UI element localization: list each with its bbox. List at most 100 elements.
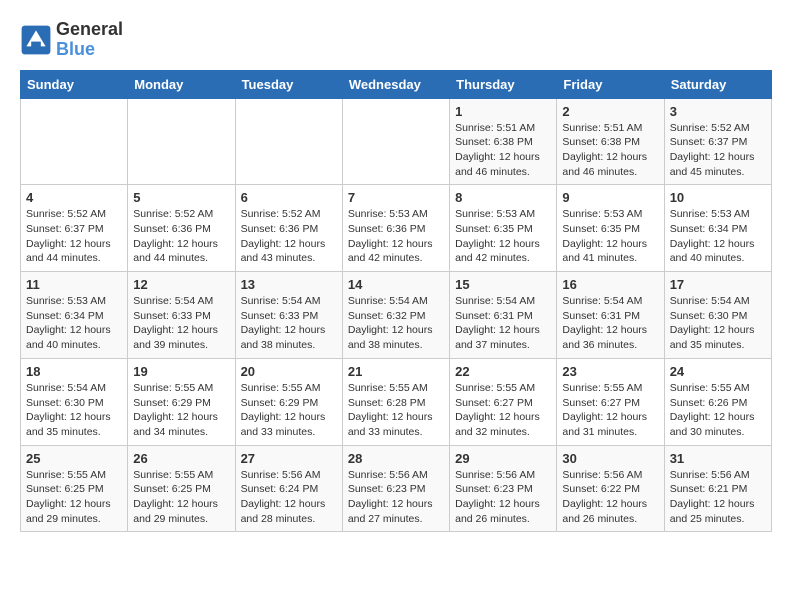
header-row: SundayMondayTuesdayWednesdayThursdayFrid… (21, 70, 772, 98)
calendar-cell: 20 Sunrise: 5:55 AM Sunset: 6:29 PM Dayli… (235, 358, 342, 445)
day-info: Sunrise: 5:51 AM Sunset: 6:38 PM Dayligh… (455, 121, 551, 180)
day-number: 13 (241, 277, 337, 292)
calendar-cell: 16 Sunrise: 5:54 AM Sunset: 6:31 PM Dayli… (557, 272, 664, 359)
day-number: 3 (670, 104, 766, 119)
day-info: Sunrise: 5:52 AM Sunset: 6:37 PM Dayligh… (26, 207, 122, 266)
day-info: Sunrise: 5:52 AM Sunset: 6:36 PM Dayligh… (241, 207, 337, 266)
calendar-cell: 2Sunrise: 5:51 AM Sunset: 6:38 PM Daylig… (557, 98, 664, 185)
day-info: Sunrise: 5:54 AM Sunset: 6:33 PM Dayligh… (241, 294, 337, 353)
calendar-cell: 12 Sunrise: 5:54 AM Sunset: 6:33 PM Dayli… (128, 272, 235, 359)
calendar-table: SundayMondayTuesdayWednesdayThursdayFrid… (20, 70, 772, 533)
day-info: Sunrise: 5:55 AM Sunset: 6:29 PM Dayligh… (133, 381, 229, 440)
day-info: Sunrise: 5:54 AM Sunset: 6:32 PM Dayligh… (348, 294, 444, 353)
day-number: 21 (348, 364, 444, 379)
day-info: Sunrise: 5:55 AM Sunset: 6:28 PM Dayligh… (348, 381, 444, 440)
calendar-cell (21, 98, 128, 185)
day-info: Sunrise: 5:54 AM Sunset: 6:30 PM Dayligh… (26, 381, 122, 440)
day-info: Sunrise: 5:56 AM Sunset: 6:23 PM Dayligh… (348, 468, 444, 527)
calendar-header: SundayMondayTuesdayWednesdayThursdayFrid… (21, 70, 772, 98)
day-number: 31 (670, 451, 766, 466)
day-info: Sunrise: 5:56 AM Sunset: 6:24 PM Dayligh… (241, 468, 337, 527)
day-number: 15 (455, 277, 551, 292)
week-row-2: 4 Sunrise: 5:52 AM Sunset: 6:37 PM Daylig… (21, 185, 772, 272)
day-info: Sunrise: 5:52 AM Sunset: 6:37 PM Dayligh… (670, 121, 766, 180)
logo-icon (20, 24, 52, 56)
calendar-cell (342, 98, 449, 185)
header-cell-tuesday: Tuesday (235, 70, 342, 98)
calendar-cell: 28 Sunrise: 5:56 AM Sunset: 6:23 PM Dayli… (342, 445, 449, 532)
calendar-cell: 23Sunrise: 5:55 AM Sunset: 6:27 PM Dayli… (557, 358, 664, 445)
day-info: Sunrise: 5:56 AM Sunset: 6:23 PM Dayligh… (455, 468, 551, 527)
calendar-cell: 19 Sunrise: 5:55 AM Sunset: 6:29 PM Dayli… (128, 358, 235, 445)
day-number: 17 (670, 277, 766, 292)
day-number: 19 (133, 364, 229, 379)
page-header: General Blue (20, 20, 772, 60)
day-number: 18 (26, 364, 122, 379)
day-number: 16 (562, 277, 658, 292)
calendar-cell: 29 Sunrise: 5:56 AM Sunset: 6:23 PM Dayli… (450, 445, 557, 532)
calendar-cell: 31 Sunrise: 5:56 AM Sunset: 6:21 PM Dayli… (664, 445, 771, 532)
day-info: Sunrise: 5:55 AM Sunset: 6:25 PM Dayligh… (26, 468, 122, 527)
day-info: Sunrise: 5:55 AM Sunset: 6:26 PM Dayligh… (670, 381, 766, 440)
day-info: Sunrise: 5:54 AM Sunset: 6:31 PM Dayligh… (562, 294, 658, 353)
calendar-cell: 21 Sunrise: 5:55 AM Sunset: 6:28 PM Dayli… (342, 358, 449, 445)
day-number: 9 (562, 190, 658, 205)
calendar-cell (128, 98, 235, 185)
day-number: 7 (348, 190, 444, 205)
day-number: 29 (455, 451, 551, 466)
day-info: Sunrise: 5:53 AM Sunset: 6:36 PM Dayligh… (348, 207, 444, 266)
calendar-cell: 10 Sunrise: 5:53 AM Sunset: 6:34 PM Dayli… (664, 185, 771, 272)
calendar-cell: 18 Sunrise: 5:54 AM Sunset: 6:30 PM Dayli… (21, 358, 128, 445)
calendar-cell: 4 Sunrise: 5:52 AM Sunset: 6:37 PM Daylig… (21, 185, 128, 272)
calendar-cell: 25Sunrise: 5:55 AM Sunset: 6:25 PM Dayli… (21, 445, 128, 532)
calendar-cell: 5 Sunrise: 5:52 AM Sunset: 6:36 PM Daylig… (128, 185, 235, 272)
day-info: Sunrise: 5:56 AM Sunset: 6:21 PM Dayligh… (670, 468, 766, 527)
header-cell-sunday: Sunday (21, 70, 128, 98)
header-cell-thursday: Thursday (450, 70, 557, 98)
calendar-cell: 26 Sunrise: 5:55 AM Sunset: 6:25 PM Dayli… (128, 445, 235, 532)
day-info: Sunrise: 5:53 AM Sunset: 6:35 PM Dayligh… (455, 207, 551, 266)
day-number: 20 (241, 364, 337, 379)
week-row-1: 1 Sunrise: 5:51 AM Sunset: 6:38 PM Daylig… (21, 98, 772, 185)
day-info: Sunrise: 5:53 AM Sunset: 6:35 PM Dayligh… (562, 207, 658, 266)
day-info: Sunrise: 5:53 AM Sunset: 6:34 PM Dayligh… (26, 294, 122, 353)
day-info: Sunrise: 5:53 AM Sunset: 6:34 PM Dayligh… (670, 207, 766, 266)
logo-text: General Blue (56, 20, 123, 60)
calendar-cell: 9 Sunrise: 5:53 AM Sunset: 6:35 PM Daylig… (557, 185, 664, 272)
header-cell-friday: Friday (557, 70, 664, 98)
day-number: 2 (562, 104, 658, 119)
calendar-body: 1 Sunrise: 5:51 AM Sunset: 6:38 PM Daylig… (21, 98, 772, 532)
calendar-cell: 15 Sunrise: 5:54 AM Sunset: 6:31 PM Dayli… (450, 272, 557, 359)
day-number: 26 (133, 451, 229, 466)
day-info: Sunrise: 5:52 AM Sunset: 6:36 PM Dayligh… (133, 207, 229, 266)
week-row-3: 11 Sunrise: 5:53 AM Sunset: 6:34 PM Dayli… (21, 272, 772, 359)
day-number: 22 (455, 364, 551, 379)
calendar-cell (235, 98, 342, 185)
day-info: Sunrise: 5:55 AM Sunset: 6:25 PM Dayligh… (133, 468, 229, 527)
day-number: 12 (133, 277, 229, 292)
day-info: Sunrise: 5:54 AM Sunset: 6:33 PM Dayligh… (133, 294, 229, 353)
calendar-cell: 11 Sunrise: 5:53 AM Sunset: 6:34 PM Dayli… (21, 272, 128, 359)
day-number: 8 (455, 190, 551, 205)
header-cell-wednesday: Wednesday (342, 70, 449, 98)
day-number: 6 (241, 190, 337, 205)
day-number: 1 (455, 104, 551, 119)
day-number: 11 (26, 277, 122, 292)
header-cell-monday: Monday (128, 70, 235, 98)
calendar-cell: 13 Sunrise: 5:54 AM Sunset: 6:33 PM Dayli… (235, 272, 342, 359)
calendar-cell: 3 Sunrise: 5:52 AM Sunset: 6:37 PM Daylig… (664, 98, 771, 185)
day-number: 5 (133, 190, 229, 205)
day-number: 10 (670, 190, 766, 205)
calendar-cell: 6 Sunrise: 5:52 AM Sunset: 6:36 PM Daylig… (235, 185, 342, 272)
calendar-cell: 24Sunrise: 5:55 AM Sunset: 6:26 PM Dayli… (664, 358, 771, 445)
calendar-cell: 7 Sunrise: 5:53 AM Sunset: 6:36 PM Daylig… (342, 185, 449, 272)
day-number: 23 (562, 364, 658, 379)
day-number: 30 (562, 451, 658, 466)
calendar-cell: 8 Sunrise: 5:53 AM Sunset: 6:35 PM Daylig… (450, 185, 557, 272)
day-info: Sunrise: 5:54 AM Sunset: 6:30 PM Dayligh… (670, 294, 766, 353)
day-number: 4 (26, 190, 122, 205)
day-info: Sunrise: 5:54 AM Sunset: 6:31 PM Dayligh… (455, 294, 551, 353)
day-number: 28 (348, 451, 444, 466)
day-info: Sunrise: 5:55 AM Sunset: 6:29 PM Dayligh… (241, 381, 337, 440)
logo: General Blue (20, 20, 123, 60)
